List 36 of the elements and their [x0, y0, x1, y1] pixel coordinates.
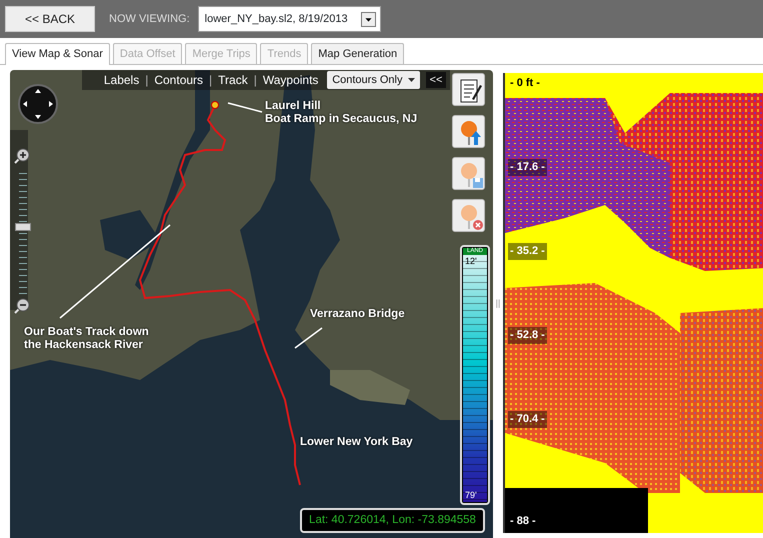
separator-text: |: [209, 72, 212, 89]
tab[interactable]: View Map & Sonar: [5, 43, 110, 65]
collapse-button[interactable]: <<: [426, 72, 446, 88]
separator-text: |: [254, 72, 257, 89]
back-button[interactable]: << BACK: [5, 6, 95, 32]
map-label: Our Boat's Track down the Hackensack River: [24, 326, 149, 352]
zoom-in-icon[interactable]: [14, 148, 30, 164]
start-point-marker: [211, 101, 219, 109]
zoom-out-icon[interactable]: [14, 298, 30, 314]
depth-label: - 70.4 -: [508, 411, 547, 428]
layer-link[interactable]: Labels: [104, 71, 140, 89]
depth-label: - 52.8 -: [508, 327, 547, 344]
leader-line: [228, 102, 262, 113]
layer-link[interactable]: Track: [218, 71, 248, 89]
pan-control-icon[interactable]: [15, 84, 61, 124]
depth-max-label: 79': [465, 488, 477, 502]
depth-label: - 0 ft -: [509, 76, 541, 91]
separator-text: |: [145, 72, 148, 89]
depth-label: - 35.2 -: [508, 243, 547, 260]
map-label: Laurel Hill Boat Ramp in Secaucus, NJ: [265, 100, 418, 126]
layer-link[interactable]: Contours: [154, 71, 204, 89]
map-label: Verrazano Bridge: [310, 308, 405, 322]
leader-line: [294, 327, 322, 349]
tab[interactable]: Map Generation: [311, 43, 404, 64]
now-viewing-label: NOW VIEWING:: [109, 12, 190, 27]
depth-label: - 17.6 -: [508, 159, 547, 176]
map-label: Lower New York Bay: [300, 436, 413, 450]
file-select[interactable]: lower_NY_bay.sl2, 8/19/2013: [198, 6, 381, 32]
zoom-slider-thumb[interactable]: [15, 222, 31, 231]
layer-link[interactable]: Waypoints: [262, 71, 318, 89]
satellite-map[interactable]: [10, 70, 493, 538]
map-tool-button[interactable]: [452, 73, 485, 106]
layer-select[interactable]: Contours Only: [327, 71, 420, 89]
depth-min-label: 12': [465, 255, 477, 268]
coordinates-readout: Lat: 40.726014, Lon: -73.894558: [300, 508, 485, 533]
caret-icon: [408, 78, 415, 82]
